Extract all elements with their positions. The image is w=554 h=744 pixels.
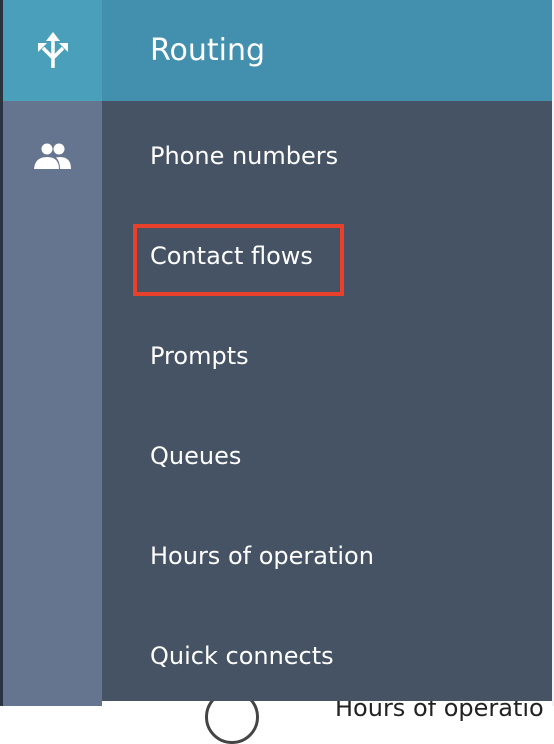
menu-item-quick-connects[interactable]: Quick connects (150, 642, 334, 670)
menu-item-prompts[interactable]: Prompts (150, 342, 249, 370)
menu-item-phone-numbers[interactable]: Phone numbers (150, 142, 338, 170)
routing-menu: Routing Phone numbers Contact flows Prom… (102, 0, 552, 701)
menu-item-queues[interactable]: Queues (150, 442, 241, 470)
menu-item-hours-of-operation[interactable]: Hours of operation (150, 542, 374, 570)
highlight-box (133, 224, 344, 296)
nav-rail (3, 0, 102, 706)
menu-title: Routing (102, 0, 552, 101)
rail-item-users[interactable] (3, 101, 102, 211)
rail-item-routing[interactable] (3, 0, 102, 101)
users-icon (33, 143, 71, 169)
routing-icon (37, 31, 68, 68)
